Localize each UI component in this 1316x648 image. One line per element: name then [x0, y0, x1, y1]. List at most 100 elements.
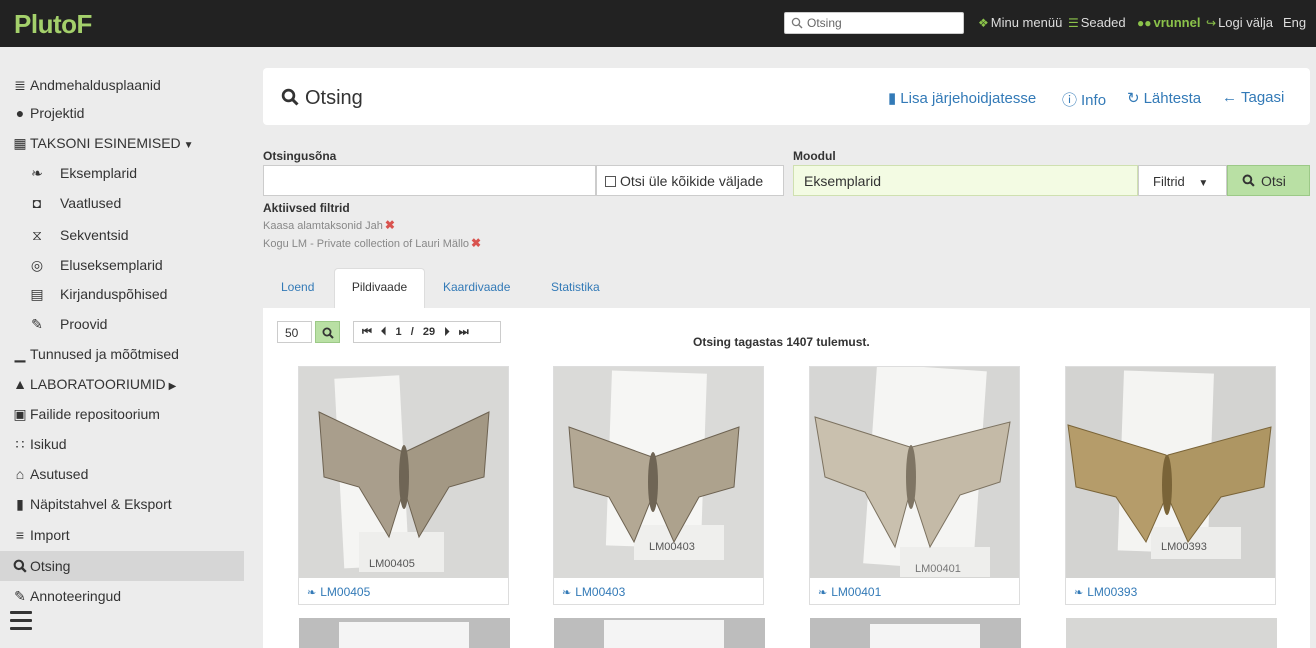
- sidebar-item-projects[interactable]: ● Projektid: [0, 98, 244, 128]
- specimen-card[interactable]: LM00393 ❧ LM00393: [1065, 366, 1276, 605]
- specimen-link[interactable]: ❧ LM00401: [818, 585, 881, 599]
- language-switch[interactable]: Eng: [1283, 15, 1306, 30]
- logout-label: Logi välja: [1218, 15, 1273, 30]
- sliders-icon: ☰: [1068, 16, 1079, 30]
- back-link[interactable]: ← Tagasi: [1222, 89, 1284, 106]
- specimen-id: LM00401: [831, 585, 882, 599]
- hamburger-menu-icon[interactable]: [10, 611, 32, 631]
- page-separator: /: [410, 326, 414, 338]
- search-button[interactable]: Otsi: [1227, 165, 1310, 196]
- settings-link[interactable]: ☰ Seaded: [1068, 15, 1126, 30]
- sidebar-item-traits[interactable]: ▁ Tunnused ja mõõtmised: [0, 339, 244, 369]
- bookmark-label: Lisa järjehoidjatesse: [900, 90, 1037, 107]
- leaf-icon: ❧: [31, 165, 43, 181]
- sidebar-item-institutions[interactable]: ⌂ Asutused: [0, 459, 244, 489]
- list-check-icon: ≣: [14, 77, 26, 93]
- specimen-card-partial[interactable]: [299, 618, 510, 648]
- sidebar-item-label: Import: [30, 527, 70, 543]
- sidebar-item-sequences[interactable]: ⧖ Sekventsid: [0, 220, 244, 250]
- specimen-id: LM00405: [320, 585, 371, 599]
- filters-dropdown-button[interactable]: Filtrid ▼: [1138, 165, 1227, 196]
- specimen-image[interactable]: LM00393: [1066, 367, 1275, 578]
- specimen-image[interactable]: LM00401: [810, 367, 1019, 578]
- specimen-link[interactable]: ❧ LM00405: [307, 585, 370, 599]
- prev-page-icon[interactable]: ⏴: [381, 326, 387, 338]
- specimen-tag: LM00405: [369, 558, 415, 570]
- remove-filter-icon[interactable]: ✖: [471, 236, 481, 250]
- remove-filter-icon[interactable]: ✖: [385, 218, 395, 232]
- search-icon: [11, 557, 29, 575]
- sidebar-item-taxon-occurrences[interactable]: ▦ TAKSONI ESINEMISED ▼: [0, 128, 244, 158]
- back-label: Tagasi: [1241, 89, 1285, 106]
- specimen-id: LM00403: [575, 585, 626, 599]
- next-page-icon[interactable]: ⏵: [444, 326, 450, 338]
- sidebar-item-living-specimens[interactable]: ◎ Eluseksemplarid: [0, 250, 244, 280]
- specimen-card-partial[interactable]: [810, 618, 1021, 648]
- sidebar-item-label: Failide repositoorium: [30, 406, 160, 422]
- tab-list[interactable]: Loend: [281, 280, 314, 294]
- sidebar-item-specimens[interactable]: ❧ Eksemplarid: [0, 158, 244, 188]
- page-header: Otsing ▮ Lisa järjehoidjatesse ⓘ Info ↻ Läh…: [263, 68, 1310, 125]
- sidebar-item-samples[interactable]: ✎ Proovid: [0, 309, 244, 339]
- specimen-tag: LM00393: [1161, 541, 1207, 553]
- module-label: Moodul: [793, 149, 836, 163]
- reset-label: Lähtesta: [1143, 90, 1202, 107]
- sidebar-item-laboratories[interactable]: ▲ LABORATOORIUMID ▶: [0, 369, 244, 399]
- caret-down-icon: ▼: [183, 140, 194, 151]
- search-all-fields-checkbox[interactable]: Otsi üle kõikide väljade: [596, 165, 784, 196]
- search-icon: [791, 17, 803, 29]
- sidebar-item-label: Proovid: [60, 316, 108, 332]
- reset-link[interactable]: ↻ Lähtesta: [1127, 89, 1201, 107]
- specimen-image[interactable]: LM00405: [299, 367, 508, 578]
- tab-statistics[interactable]: Statistika: [551, 280, 600, 294]
- specimen-image[interactable]: LM00403: [554, 367, 763, 578]
- leaf-icon: ❧: [1074, 587, 1084, 599]
- tab-image-view[interactable]: Pildivaade: [334, 268, 425, 309]
- page-size-input[interactable]: 50: [277, 321, 312, 343]
- active-filter: Kogu LM - Private collection of Lauri Mä…: [263, 236, 481, 250]
- sidebar-item-file-repository[interactable]: ▣ Failide repositoorium: [0, 399, 244, 429]
- module-input[interactable]: Eksemplarid: [793, 165, 1138, 196]
- page-size-apply-button[interactable]: [315, 321, 340, 343]
- page-title: Otsing: [281, 87, 363, 110]
- sidebar-item-observations[interactable]: ◘ Vaatlused: [0, 188, 244, 218]
- specimen-card[interactable]: LM00405 ❧ LM00405: [298, 366, 509, 605]
- users-icon: ∷: [15, 436, 25, 452]
- specimen-tag: LM00401: [915, 563, 961, 575]
- last-page-icon[interactable]: ⏭: [459, 326, 469, 338]
- specimen-card-partial[interactable]: [554, 618, 765, 648]
- specimen-link[interactable]: ❧ LM00393: [1074, 585, 1137, 599]
- sidebar-item-annotations[interactable]: ✎ Annoteeringud: [0, 581, 244, 611]
- keyword-input[interactable]: [263, 165, 596, 196]
- brand-logo[interactable]: PlutoF: [14, 9, 92, 40]
- search-button-label: Otsi: [1261, 173, 1286, 189]
- info-link[interactable]: ⓘ Info: [1062, 89, 1106, 110]
- keyword-label: Otsingusõna: [263, 149, 337, 163]
- sidebar-item-search[interactable]: Otsing: [0, 551, 244, 581]
- refresh-icon: ↻: [1127, 90, 1140, 107]
- sidebar-item-label: Eluseksemplarid: [60, 257, 163, 273]
- sidebar-item-persons[interactable]: ∷ Isikud: [0, 429, 244, 459]
- my-menu-link[interactable]: ❖ Minu menüü: [978, 15, 1062, 30]
- specimen-link[interactable]: ❧ LM00403: [562, 585, 625, 599]
- specimen-card[interactable]: LM00401 ❧ LM00401: [809, 366, 1020, 605]
- sidebar-item-literature[interactable]: ▤ Kirjanduspõhised: [0, 279, 244, 309]
- top-navbar: PlutoF Otsing ❖ Minu menüü ☰ Seaded ●● vrun…: [0, 0, 1316, 47]
- sidebar-item-dmp[interactable]: ≣ Andmehaldusplaanid: [0, 70, 244, 100]
- logout-link[interactable]: ↪ Logi välja: [1206, 15, 1273, 30]
- user-menu-link[interactable]: ●● vrunnel: [1137, 15, 1200, 30]
- search-icon: [281, 88, 299, 106]
- tab-map-view[interactable]: Kaardivaade: [443, 280, 510, 294]
- binoculars-icon: ◘: [32, 195, 42, 211]
- ruler-icon: ▁: [14, 346, 26, 362]
- sidebar-item-import[interactable]: ≡ Import: [0, 520, 244, 550]
- global-search-input[interactable]: Otsing: [784, 12, 964, 34]
- active-filter-text: Kogu LM - Private collection of Lauri Mä…: [263, 238, 470, 250]
- sidebar-item-label: Näpitstahvel & Eksport: [30, 496, 172, 512]
- specimen-card[interactable]: LM00403 ❧ LM00403: [553, 366, 764, 605]
- bookmark-link[interactable]: ▮ Lisa järjehoidjatesse: [888, 89, 1036, 107]
- first-page-icon[interactable]: ⏮: [362, 326, 372, 338]
- sidebar-item-label: Annoteeringud: [30, 588, 122, 604]
- sidebar-item-clipboard[interactable]: ▮ Näpitstahvel & Eksport: [0, 489, 244, 519]
- specimen-card-partial[interactable]: [1066, 618, 1277, 648]
